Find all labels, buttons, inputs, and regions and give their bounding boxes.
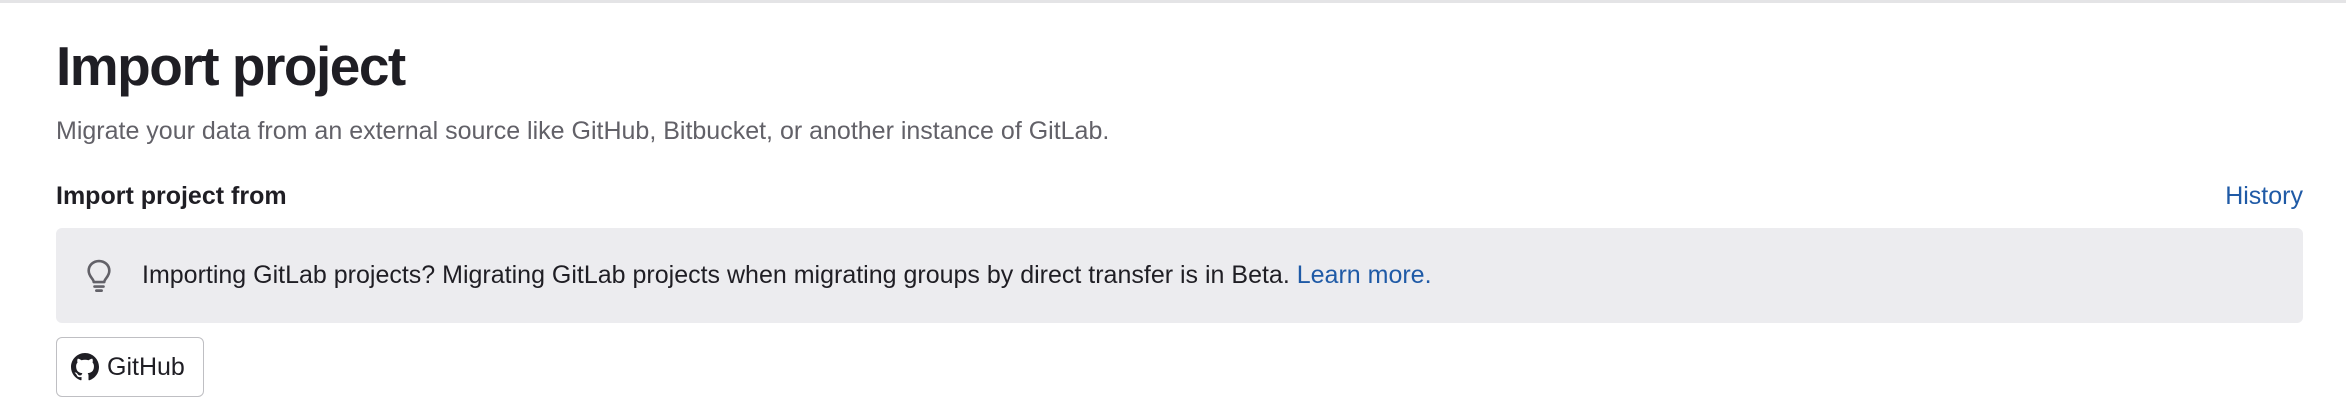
import-from-label: Import project from (56, 182, 287, 210)
import-section-header: Import project from History (56, 178, 2303, 214)
page-description: Migrate your data from an external sourc… (56, 117, 1110, 145)
alert-text: Importing GitLab projects? Migrating Git… (142, 261, 1290, 289)
alert-message: Importing GitLab projects? Migrating Git… (142, 228, 1432, 323)
learn-more-link[interactable]: Learn more. (1297, 261, 1432, 289)
beta-info-alert: Importing GitLab projects? Migrating Git… (56, 228, 2303, 323)
history-link[interactable]: History (2225, 178, 2303, 214)
github-button-label: GitHub (107, 352, 185, 381)
github-icon (71, 353, 99, 381)
page-title: Import project (56, 35, 406, 97)
lightbulb-icon (87, 259, 111, 292)
github-import-button[interactable]: GitHub (56, 337, 204, 397)
top-border (0, 0, 2346, 3)
